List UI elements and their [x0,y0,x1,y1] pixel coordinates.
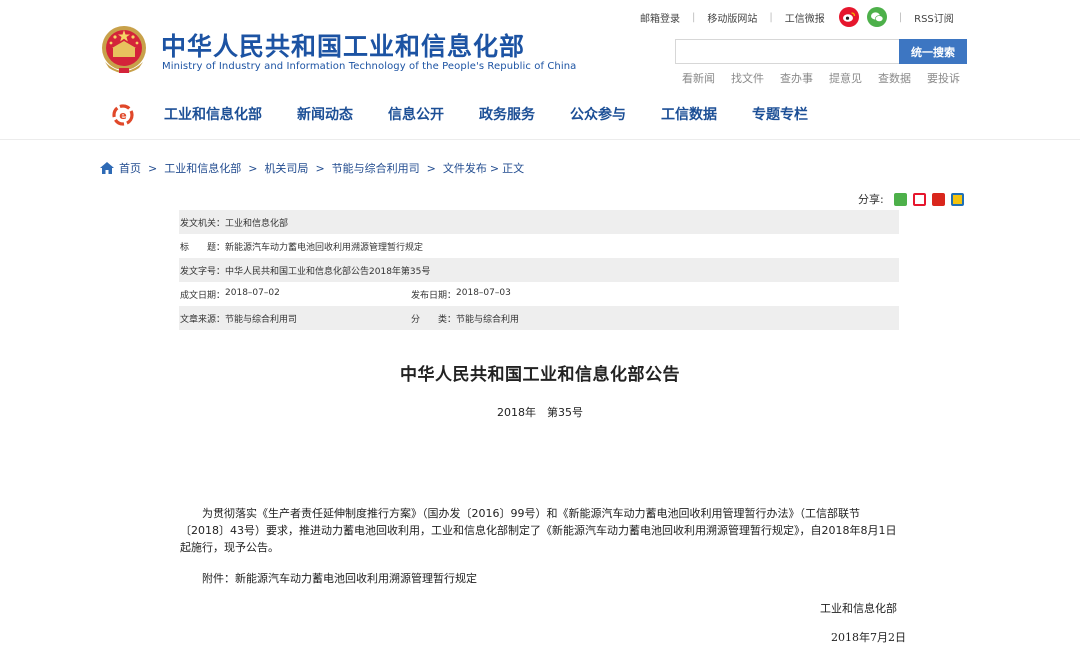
wechat-icon[interactable] [866,7,887,27]
docno-value: 中华人民共和国工业和信息化部公告2018年第35号 [225,266,431,277]
main-nav: e 工业和信息化部 新闻动态 信息公开 政务服务 公众参与 工信数据 专题专栏 [0,92,1080,140]
source-label: 文章来源： [180,314,226,325]
top-links: 邮箱登录 | 移动版网站 | 工信微报 | RSS订阅 [640,7,954,27]
info-row: 文章来源： 节能与综合利用司 分 类： 节能与综合利用 [179,306,899,330]
category-label: 分 类： [411,314,457,325]
weibo-icon[interactable] [838,7,859,27]
breadcrumb-separator: > [248,161,258,175]
home-icon[interactable] [100,162,114,174]
document-number: 2018年 第35号 [497,406,583,419]
document-info-table: 发文机关： 工业和信息化部 标 题： 新能源汽车动力蓄电池回收利用溯源管理暂行规… [179,210,899,330]
ministry-name-en: Ministry of Industry and Information Tec… [162,61,577,72]
breadcrumb-separator: > [315,161,325,175]
quick-link-services[interactable]: 查办事 [780,70,813,86]
source-value: 节能与综合利用司 [225,314,298,325]
svg-text:e: e [119,109,126,122]
breadcrumb-energy-dept[interactable]: 节能与综合利用司 [332,160,420,176]
divider: | [692,11,696,23]
document-body: 为贯彻落实《生产者责任延伸制度推行方案》（国办发〔2016〕99号）和《新能源汽… [180,507,897,554]
issuer-label: 发文机关： [180,218,226,229]
rss-link[interactable]: RSS订阅 [914,10,954,25]
info-row: 成文日期： 2018–07–02 发布日期： 2018–07–03 [179,282,899,306]
quick-links: 看新闻 找文件 查办事 提意见 查数据 要投诉 [682,70,960,86]
search-bar: 统一搜索 [675,39,967,64]
share-bar: 分享: [858,191,964,207]
nav-item-data[interactable]: 工信数据 [661,104,717,124]
nav-item-topics[interactable]: 专题专栏 [752,104,808,124]
title-label: 标 题： [180,242,226,253]
issuer-value: 工业和信息化部 [225,218,289,229]
share-pdf-icon[interactable] [931,192,945,206]
national-emblem-logo [102,26,146,73]
published-date-value: 2018–07–03 [456,287,511,298]
quick-link-files[interactable]: 找文件 [731,70,764,86]
search-input[interactable] [675,39,899,64]
quick-link-news[interactable]: 看新闻 [682,70,715,86]
breadcrumb-separator: > [426,161,436,175]
share-weibo-icon[interactable] [912,192,926,206]
document-date: 2018年7月2日 [831,631,906,644]
quick-link-complaint[interactable]: 要投诉 [927,70,960,86]
breadcrumb-home[interactable]: 首页 [119,160,141,176]
category-value: 节能与综合利用 [456,314,520,325]
breadcrumb-separator: > [148,161,158,175]
breadcrumb-current: 正文 [502,162,525,175]
breadcrumb-documents[interactable]: 文件发布 [443,160,487,176]
published-date-label: 发布日期： [411,290,457,301]
nav-item-news[interactable]: 新闻动态 [297,104,353,124]
created-date-value: 2018–07–02 [225,287,280,298]
document-title: 中华人民共和国工业和信息化部公告 [400,365,680,385]
divider: | [898,11,903,23]
divider: | [769,11,773,23]
ministry-logo-icon[interactable]: e [111,103,135,127]
created-date-label: 成文日期： [180,290,226,301]
breadcrumb: 首页 > 工业和信息化部 > 机关司局 > 节能与综合利用司 > 文件发布 > … [100,160,524,176]
share-label: 分享: [858,193,884,206]
quick-link-data[interactable]: 查数据 [878,70,911,86]
weibo-news-link[interactable]: 工信微报 [785,10,825,25]
mobile-site-link[interactable]: 移动版网站 [707,10,757,25]
breadcrumb-departments[interactable]: 机关司局 [264,160,308,176]
breadcrumb-separator: > [489,161,500,175]
share-qq-icon[interactable] [950,192,964,206]
info-row: 发文字号： 中华人民共和国工业和信息化部公告2018年第35号 [179,258,899,282]
mail-login-link[interactable]: 邮箱登录 [640,10,680,25]
nav-item-ministry[interactable]: 工业和信息化部 [164,104,262,124]
title-value: 新能源汽车动力蓄电池回收利用溯源管理暂行规定 [225,242,424,253]
info-row: 标 题： 新能源汽车动力蓄电池回收利用溯源管理暂行规定 [179,234,899,258]
ministry-name-cn: 中华人民共和国工业和信息化部 [161,32,526,61]
info-row: 发文机关： 工业和信息化部 [179,210,899,234]
search-button[interactable]: 统一搜索 [899,39,967,64]
nav-item-services[interactable]: 政务服务 [479,104,535,124]
quick-link-feedback[interactable]: 提意见 [829,70,862,86]
nav-item-info-disclosure[interactable]: 信息公开 [388,104,444,124]
docno-label: 发文字号： [180,266,226,277]
nav-item-participation[interactable]: 公众参与 [570,104,626,124]
breadcrumb-ministry[interactable]: 工业和信息化部 [164,160,241,176]
share-wechat-icon[interactable] [893,192,907,206]
document-signature: 工业和信息化部 [820,602,897,615]
document-attachment[interactable]: 附件：新能源汽车动力蓄电池回收利用溯源管理暂行规定 [202,570,477,586]
